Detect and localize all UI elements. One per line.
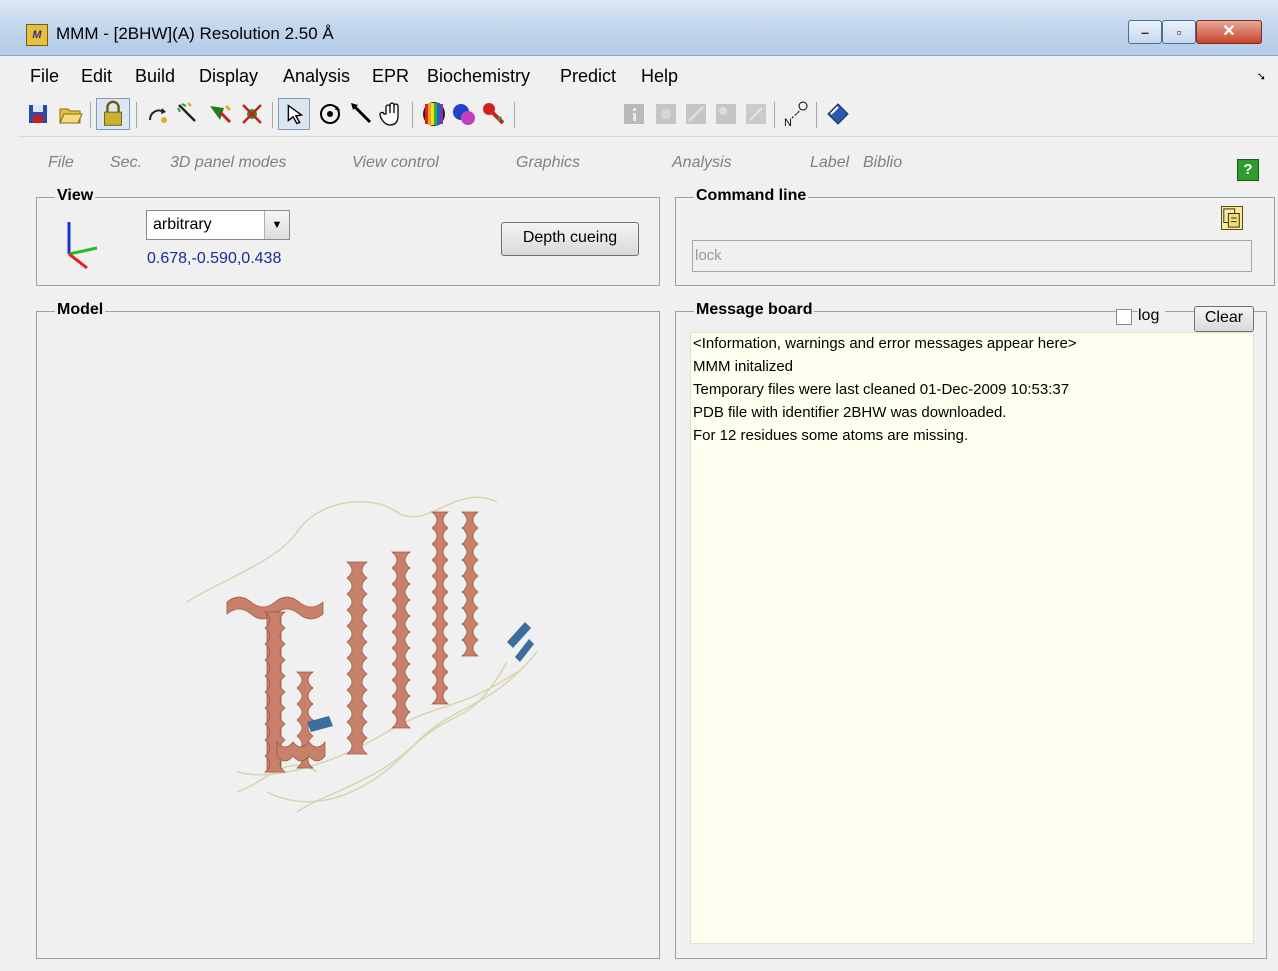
log-checkbox[interactable] (1116, 309, 1132, 325)
rotate-icon[interactable] (144, 100, 172, 128)
color-icon[interactable] (420, 100, 448, 128)
menu-analysis[interactable]: Analysis (283, 66, 350, 87)
toolbar-separator (514, 102, 515, 128)
close-icon: ✕ (1222, 23, 1236, 40)
toolbar-separator (816, 102, 817, 128)
window-title: MMM - [2BHW](A) Resolution 2.50 Å (56, 24, 334, 43)
book-icon[interactable] (824, 100, 852, 128)
helix-ribbons (226, 511, 480, 773)
spheres-icon[interactable] (450, 100, 478, 128)
pointer-icon[interactable] (278, 98, 310, 130)
message-line: <Information, warnings and error message… (693, 335, 1077, 352)
section-file: File (48, 154, 74, 171)
maximize-icon: ▫ (1176, 24, 1182, 40)
menu-help[interactable]: Help (641, 66, 678, 87)
menu-biochemistry[interactable]: Biochemistry (427, 66, 530, 87)
app-icon: M (26, 24, 48, 46)
command-input[interactable]: lock (692, 240, 1252, 272)
log-label: log (1138, 307, 1166, 325)
disabled-tool-icon[interactable] (742, 100, 770, 128)
message-line: MMM initalized (693, 358, 794, 375)
command-line-title: Command line (694, 187, 809, 205)
menu-bar: File Edit Build Display Analysis EPR Bio… (18, 60, 1278, 94)
minimize-icon: – (1141, 24, 1149, 40)
toolbar: N (18, 96, 1278, 137)
svg-text:N: N (784, 117, 792, 128)
menu-file[interactable]: File (30, 66, 59, 87)
menu-edit[interactable]: Edit (81, 66, 112, 87)
view-title: View (55, 187, 96, 205)
help-button[interactable]: ? (1237, 159, 1259, 181)
chevron-down-icon[interactable]: ▼ (264, 211, 289, 239)
model-panel[interactable]: Model (36, 301, 660, 959)
view-panel: View arbitrary ▼ 0.678,-0.590,0.438 Dept… (36, 187, 660, 286)
section-analysis: Analysis (672, 154, 732, 171)
axes-icon (67, 222, 98, 270)
title-bar: M MMM - [2BHW](A) Resolution 2.50 Å – ▫ … (0, 0, 1278, 56)
distance-icon[interactable]: N (782, 100, 810, 128)
view-select[interactable]: arbitrary ▼ (146, 210, 290, 240)
hand-icon[interactable] (378, 100, 406, 128)
disabled-tool-icon[interactable] (712, 100, 740, 128)
lock-icon[interactable] (96, 98, 130, 130)
section-label: Label (810, 154, 850, 171)
message-board-title: Message board (694, 301, 815, 319)
section-biblio: Biblio (863, 154, 903, 171)
section-sec: Sec. (110, 154, 143, 171)
close-button[interactable]: ✕ (1196, 20, 1262, 44)
toolbar-separator (272, 102, 273, 128)
save-icon[interactable] (24, 100, 52, 128)
menu-overflow-icon[interactable]: ➘ (1257, 70, 1266, 83)
menu-display[interactable]: Display (199, 66, 258, 87)
info-icon[interactable] (620, 100, 648, 128)
depth-cueing-button[interactable]: Depth cueing (501, 222, 639, 256)
message-line: Temporary files were last cleaned 01-Dec… (693, 381, 1070, 398)
section-3d-panel-modes: 3D panel modes (170, 154, 287, 171)
key-icon[interactable] (480, 100, 508, 128)
select-icon[interactable] (206, 100, 234, 128)
copy-icon[interactable] (1221, 206, 1243, 230)
toolbar-separator (412, 102, 413, 128)
message-line: For 12 residues some atoms are missing. (693, 427, 969, 444)
toolbar-separator (136, 102, 137, 128)
rotate-3d-icon[interactable] (316, 100, 344, 128)
view-coordinates: 0.678,-0.590,0.438 (147, 250, 282, 267)
toolbar-separator (774, 102, 775, 128)
view-select-value: arbitrary (153, 216, 212, 233)
message-line: PDB file with identifier 2BHW was downlo… (693, 404, 1007, 421)
unselect-icon[interactable] (238, 100, 266, 128)
section-view-control: View control (352, 154, 439, 171)
rubberband-icon[interactable] (174, 100, 202, 128)
maximize-button[interactable]: ▫ (1162, 20, 1196, 44)
menu-build[interactable]: Build (135, 66, 175, 87)
open-icon[interactable] (56, 100, 84, 128)
command-line-panel: Command line lock (675, 187, 1275, 286)
message-board-panel: Message board log Clear <Information, wa… (675, 301, 1267, 959)
menu-predict[interactable]: Predict (560, 66, 616, 87)
protein-structure-view[interactable] (37, 312, 659, 958)
disabled-tool-icon[interactable] (682, 100, 710, 128)
disabled-tool-icon[interactable] (652, 100, 680, 128)
minimize-button[interactable]: – (1128, 20, 1162, 44)
clear-button[interactable]: Clear (1194, 306, 1254, 332)
menu-epr[interactable]: EPR (372, 66, 409, 87)
toolbar-separator (90, 102, 91, 128)
move-icon[interactable] (348, 100, 376, 128)
message-area[interactable]: <Information, warnings and error message… (690, 332, 1254, 944)
section-graphics: Graphics (516, 154, 581, 171)
